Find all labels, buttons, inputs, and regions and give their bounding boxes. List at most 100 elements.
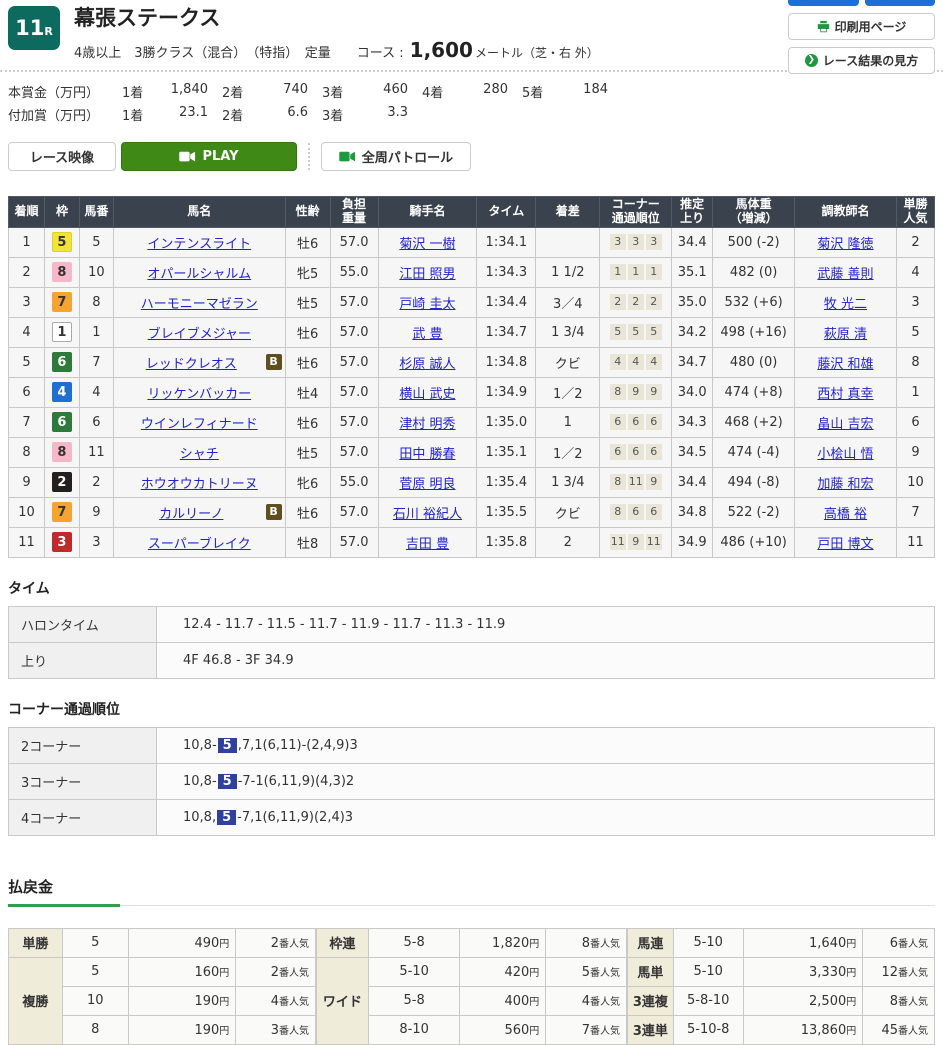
carried-weight-cell: 57.0 <box>330 287 378 317</box>
trainer-link[interactable]: 菊沢 隆徳 <box>817 237 873 252</box>
jockey-link[interactable]: 武 豊 <box>412 327 442 342</box>
trainer-link[interactable]: 戸田 博文 <box>817 537 873 552</box>
payout-row: 単勝5490円2番人気 <box>9 928 316 957</box>
trainer-link[interactable]: 藤沢 和雄 <box>817 357 873 372</box>
print-page-button[interactable]: 印刷用ページ <box>788 13 935 40</box>
payout-amount-number: 160 <box>194 965 219 980</box>
body-weight-cell: 486 (+10) <box>713 527 795 557</box>
horse-name-link[interactable]: ブレイブメジャー <box>148 327 251 342</box>
payout-yen-unit: 円 <box>846 997 856 1008</box>
horse-name-link[interactable]: カルリーノ <box>159 507 223 522</box>
margin-cell: 2 <box>536 527 600 557</box>
trainer-link[interactable]: 萩原 清 <box>824 327 867 342</box>
waku-cell: 8 <box>44 437 79 467</box>
race-video-button[interactable]: レース映像 <box>8 142 116 171</box>
horse-name-link[interactable]: シャチ <box>180 447 219 462</box>
jockey-cell: 菅原 明良 <box>378 467 477 497</box>
top-blue-button-2[interactable] <box>865 0 936 6</box>
horse-name-link[interactable]: ハーモニーマゼラン <box>141 297 258 312</box>
horse-number-cell: 4 <box>79 377 113 407</box>
result-guide-button[interactable]: ❯ レース結果の見方 <box>788 47 935 74</box>
jockey-link[interactable]: 菅原 明良 <box>399 477 455 492</box>
horse-name-link[interactable]: ウインレフィナード <box>141 417 258 432</box>
horse-name-link[interactable]: スーパーブレイク <box>148 537 251 552</box>
popularity-cell: 5 <box>896 317 934 347</box>
corner-order-cell: 666 <box>600 437 672 467</box>
jockey-link[interactable]: 戸崎 圭太 <box>399 297 455 312</box>
body-weight-cell: 522 (-2) <box>713 497 795 527</box>
time-cell: 1:34.8 <box>477 347 536 377</box>
popularity-cell: 4 <box>896 257 934 287</box>
jockey-cell: 横山 武史 <box>378 377 477 407</box>
horse-name-link[interactable]: レッドクレオス <box>146 357 237 372</box>
margin-cell: クビ <box>536 347 600 377</box>
corner-position-box: 4 <box>628 354 644 370</box>
corner-order-before: 10,8, <box>183 810 216 825</box>
corner-position-box: 2 <box>610 294 626 310</box>
top-blue-button-1[interactable] <box>788 0 859 6</box>
trainer-link[interactable]: 加藤 和宏 <box>817 477 873 492</box>
jockey-link[interactable]: 石川 裕紀人 <box>393 507 462 522</box>
horse-number-cell: 8 <box>79 287 113 317</box>
horse-name-link[interactable]: インテンスライト <box>147 237 251 252</box>
payout-combination: 5-10 <box>368 957 460 986</box>
horse-name-link[interactable]: オパールシャルム <box>147 267 251 282</box>
margin-cell: 3／4 <box>536 287 600 317</box>
table-row: 1079Bカルリーノ牡657.0石川 裕紀人1:35.5クビ86634.8522… <box>9 497 935 527</box>
payout-popularity-number: 5 <box>582 965 590 980</box>
corner-order-after: -7,1(6,11,9)(2,4)3 <box>237 810 353 825</box>
time-row-value: 12.4 - 11.7 - 11.5 - 11.7 - 11.9 - 11.7 … <box>157 606 935 642</box>
jockey-cell: 戸崎 圭太 <box>378 287 477 317</box>
prize-rank-label: 3着 <box>322 82 356 101</box>
time-cell: 1:35.4 <box>477 467 536 497</box>
sex-age-cell: 牡5 <box>285 437 330 467</box>
horse-name-link[interactable]: ホウオウカトリーヌ <box>141 477 258 492</box>
corner-order-cell: 111 <box>600 257 672 287</box>
payout-combination: 8 <box>62 1015 128 1044</box>
payout-amount: 190円 <box>128 1015 236 1044</box>
waku-cell: 6 <box>44 407 79 437</box>
trainer-link[interactable]: 小桧山 悟 <box>817 447 873 462</box>
waku-badge: 2 <box>52 472 72 492</box>
corner-row: 3コーナー10,8-5-7-1(6,11,9)(4,3)2 <box>9 763 935 799</box>
table-row: 644リッケンバッカー牡457.0横山 武史1:34.91／289934.047… <box>9 377 935 407</box>
last-3f-cell: 34.0 <box>672 377 713 407</box>
jockey-link[interactable]: 横山 武史 <box>399 387 455 402</box>
payout-popularity-number: 4 <box>582 994 590 1009</box>
payout-amount-number: 420 <box>504 965 529 980</box>
jockey-link[interactable]: 杉原 誠人 <box>399 357 455 372</box>
trainer-link[interactable]: 高橋 裕 <box>824 507 867 522</box>
payout-popularity-number: 4 <box>271 994 279 1009</box>
trainer-link[interactable]: 武藤 善則 <box>817 267 873 282</box>
prize-pair: 5着184 <box>508 82 608 101</box>
payout-amount: 400円 <box>460 986 546 1015</box>
time-row: 上り4F 46.8 - 3F 34.9 <box>9 642 935 678</box>
table-row: 378ハーモニーマゼラン牡557.0戸崎 圭太1:34.43／422235.05… <box>9 287 935 317</box>
trainer-link[interactable]: 西村 真幸 <box>817 387 873 402</box>
corner-position-box: 5 <box>646 324 662 340</box>
trainer-link[interactable]: 牧 光二 <box>824 297 867 312</box>
jockey-link[interactable]: 吉田 豊 <box>406 537 449 552</box>
horse-name-cell: リッケンバッカー <box>113 377 285 407</box>
payout-yen-unit: 円 <box>529 939 539 950</box>
race-number-badge: 11R <box>8 6 60 50</box>
waku-badge: 4 <box>52 382 72 402</box>
horse-number-cell: 11 <box>79 437 113 467</box>
video-camera-icon <box>179 151 196 162</box>
patrol-video-button[interactable]: 全周パトロール <box>321 142 471 171</box>
time-row-label: ハロンタイム <box>9 606 157 642</box>
corner-position-box: 3 <box>610 234 626 250</box>
corner-order-highlight: 5 <box>218 738 237 753</box>
payout-popularity-unit: 番人気 <box>279 939 309 950</box>
play-button[interactable]: PLAY <box>121 142 297 171</box>
payout-section-title: 払戻金 <box>8 876 935 906</box>
corner-position-box: 9 <box>628 534 644 550</box>
jockey-link[interactable]: 江田 照男 <box>399 267 455 282</box>
jockey-link[interactable]: 津村 明秀 <box>399 417 455 432</box>
jockey-link[interactable]: 菊沢 一樹 <box>399 237 455 252</box>
payout-amount: 2,500円 <box>743 986 863 1015</box>
horse-name-link[interactable]: リッケンバッカー <box>147 387 251 402</box>
jockey-link[interactable]: 田中 勝春 <box>399 447 455 462</box>
corner-position-box: 6 <box>628 444 644 460</box>
trainer-link[interactable]: 畠山 吉宏 <box>817 417 873 432</box>
